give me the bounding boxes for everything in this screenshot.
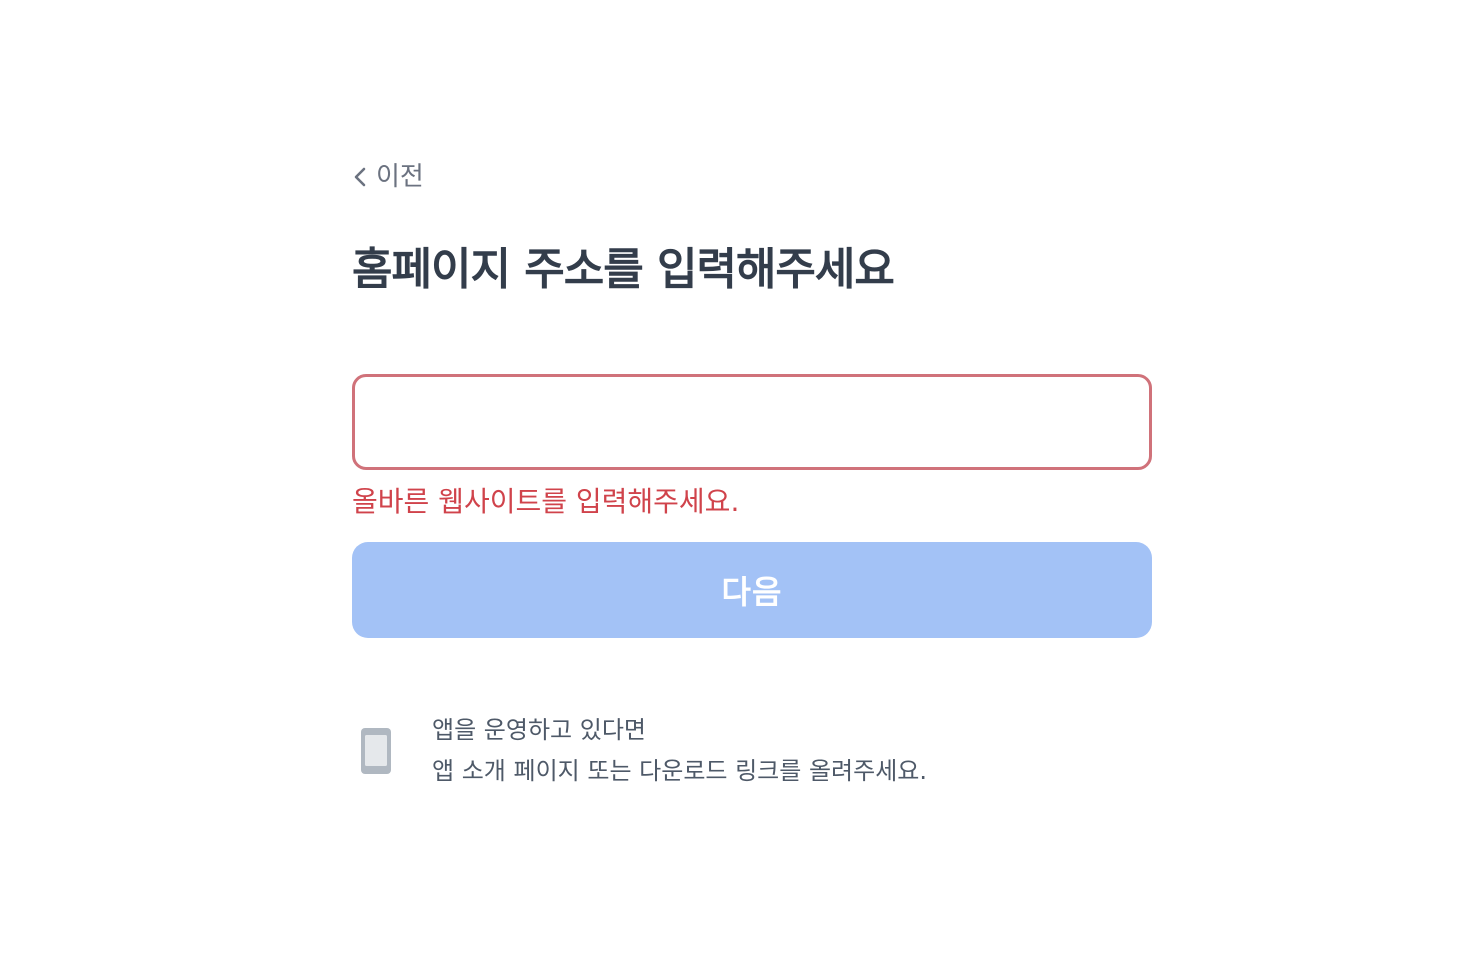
error-message: 올바른 웹사이트를 입력해주세요.: [352, 485, 740, 518]
app-note-text: 앱을 운영하고 있다면 앱 소개 페이지 또는 다운로드 링크를 올려주세요.: [432, 710, 927, 792]
chevron-left-icon: [352, 165, 368, 189]
back-button[interactable]: 이전: [352, 160, 424, 194]
page-title: 홈페이지 주소를 입력해주세요: [352, 244, 895, 295]
back-label: 이전: [376, 162, 424, 192]
next-button[interactable]: 다음: [352, 542, 1152, 638]
phone-icon: [361, 728, 391, 774]
app-note: 앱을 운영하고 있다면 앱 소개 페이지 또는 다운로드 링크를 올려주세요.: [352, 710, 1152, 794]
homepage-url-input[interactable]: [352, 374, 1152, 470]
page: 이전 홈페이지 주소를 입력해주세요 올바른 웹사이트를 입력해주세요. 다음 …: [0, 0, 1476, 960]
app-note-line-1: 앱을 운영하고 있다면: [432, 716, 646, 744]
app-note-line-2: 앱 소개 페이지 또는 다운로드 링크를 올려주세요.: [432, 757, 928, 785]
